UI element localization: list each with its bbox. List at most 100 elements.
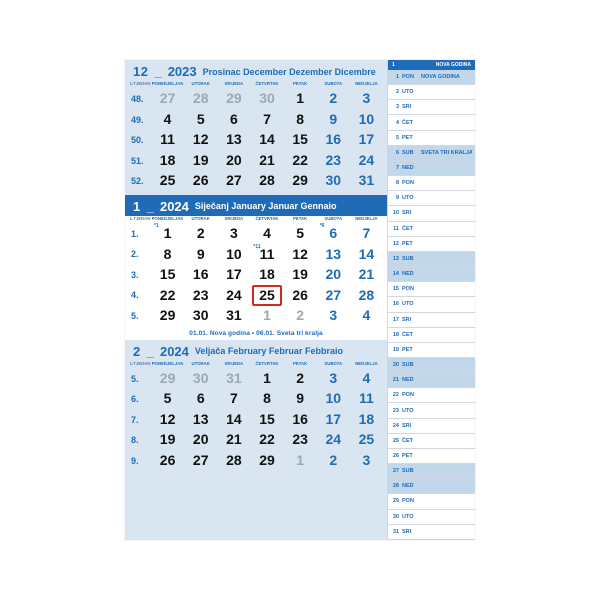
date-cell: 15: [284, 130, 317, 150]
planner-day-abbr: ČET: [402, 120, 418, 126]
planner-day-abbr: SUB: [402, 150, 418, 156]
planner-day-abbr: ČET: [402, 438, 418, 444]
planner-day-num: 10: [391, 210, 399, 216]
planner-day-num: 27: [391, 468, 399, 474]
weekday-label: SRIJEDA: [217, 216, 250, 222]
weekday-label: NEDJELJA: [350, 81, 383, 87]
date-grid: 5.29303112346.5678910117.121314151617188…: [125, 369, 387, 475]
planner-day-num: 13: [391, 256, 399, 262]
planner-row: 30UTO: [388, 510, 475, 525]
planner-day-num: 4: [391, 120, 399, 126]
planner-day-num: 28: [391, 483, 399, 489]
month-year: 2023: [168, 64, 197, 79]
date-cell: 23: [284, 430, 317, 450]
month-year: 2024: [160, 199, 189, 214]
planner-day-abbr: SRI: [402, 529, 418, 535]
date-cell: 24: [350, 151, 383, 171]
date-cell: 6*6: [317, 224, 350, 244]
week-number: 1.: [129, 224, 151, 244]
weekday-label: UTORAK: [184, 361, 217, 367]
date-cell: 4: [350, 306, 383, 326]
date-cell: 30: [184, 369, 217, 389]
date-cell: 13: [184, 410, 217, 430]
planner-day-abbr: PON: [402, 74, 418, 80]
date-cell: 13: [217, 130, 250, 150]
planner-row: 8PON: [388, 176, 475, 191]
date-cell: 8: [250, 389, 283, 409]
week-number: 5.: [129, 369, 151, 389]
date-footnote: *1: [154, 223, 159, 229]
date-cell: 27: [317, 286, 350, 306]
planner-day-abbr: PET: [402, 241, 418, 247]
weekday-label: PONEDJELJAK: [151, 361, 184, 367]
date-cell: 31: [217, 369, 250, 389]
week-number: 4.: [129, 286, 151, 306]
planner-row: 28NED: [388, 479, 475, 494]
planner-row: 6SUBSVETA TRI KRALJA: [388, 146, 475, 161]
date-cell: 22: [284, 151, 317, 171]
planner-day-num: 20: [391, 362, 399, 368]
planner-day-num: 5: [391, 135, 399, 141]
date-cell: 27: [151, 89, 184, 109]
date-cell: 18: [151, 151, 184, 171]
month-block: 2_2024Veljača February Februar Febbraio1…: [125, 340, 387, 475]
date-cell: 10: [317, 389, 350, 409]
planner-day-num: 18: [391, 332, 399, 338]
weekday-row: 1.TJEDANPONEDJELJAKUTORAKSRIJEDAČETVRTAK…: [125, 81, 387, 89]
planner-row: 12PET: [388, 237, 475, 252]
weekday-label: PONEDJELJAK: [151, 216, 184, 222]
date-cell: 12: [151, 410, 184, 430]
date-cell: 15: [250, 410, 283, 430]
date-cell: 23: [184, 286, 217, 306]
planner-day-num: 19: [391, 347, 399, 353]
separator: _: [147, 199, 154, 214]
date-cell: 4: [151, 110, 184, 130]
planner-row: 3SRI: [388, 100, 475, 115]
week-number: 48.: [129, 89, 151, 109]
date-cell: 10: [350, 110, 383, 130]
date-cell: 9: [184, 245, 217, 265]
date-cell: 2: [184, 224, 217, 244]
planner-day-abbr: ČET: [402, 332, 418, 338]
planner-day-abbr: UTO: [402, 301, 418, 307]
weekday-label: SUBOTA: [317, 216, 350, 222]
planner-row: 24SRI: [388, 419, 475, 434]
planner-day-abbr: PON: [402, 498, 418, 504]
date-cell: 20: [184, 430, 217, 450]
planner-day-num: 7: [391, 165, 399, 171]
planner-row: 7NED: [388, 161, 475, 176]
week-number: 2.: [129, 245, 151, 265]
planner-row: 29PON: [388, 494, 475, 509]
date-cell: 20: [217, 151, 250, 171]
separator: _: [154, 64, 161, 79]
planner-row: 25ČET: [388, 434, 475, 449]
planner-day-abbr: PON: [402, 286, 418, 292]
date-cell: 14: [350, 245, 383, 265]
planner-day-num: 22: [391, 392, 399, 398]
date-cell: 11: [350, 389, 383, 409]
planner-note: NOVA GODINA: [421, 74, 472, 80]
date-cell: 5: [184, 110, 217, 130]
planner-row: 10SRI: [388, 206, 475, 221]
week-number: 6.: [129, 389, 151, 409]
planner-day-abbr: SUB: [402, 362, 418, 368]
date-cell: 4: [350, 369, 383, 389]
date-footnote: *6: [320, 223, 325, 229]
date-grid: 48.2728293012349.4567891050.111213141516…: [125, 89, 387, 195]
planner-row: 18ČET: [388, 328, 475, 343]
date-cell: 29: [151, 306, 184, 326]
date-cell: 19: [284, 265, 317, 285]
planner-row: 20SUB: [388, 358, 475, 373]
planner-header: 1NOVA GODINA: [388, 60, 475, 70]
planner-column: 1NOVA GODINA1PONNOVA GODINA2UTO3SRI4ČET5…: [387, 60, 475, 540]
planner-day-abbr: SRI: [402, 104, 418, 110]
planner-day-abbr: PON: [402, 392, 418, 398]
date-cell: 4: [250, 224, 283, 244]
calendar-sheet: 12_2023Prosinac December Dezember Dicemb…: [125, 60, 475, 540]
planner-day-num: 9: [391, 195, 399, 201]
planner-row: 2UTO: [388, 85, 475, 100]
planner-row: 15PON: [388, 282, 475, 297]
planner-day-num: 14: [391, 271, 399, 277]
date-cell: 8: [151, 245, 184, 265]
date-cell: 28: [184, 89, 217, 109]
